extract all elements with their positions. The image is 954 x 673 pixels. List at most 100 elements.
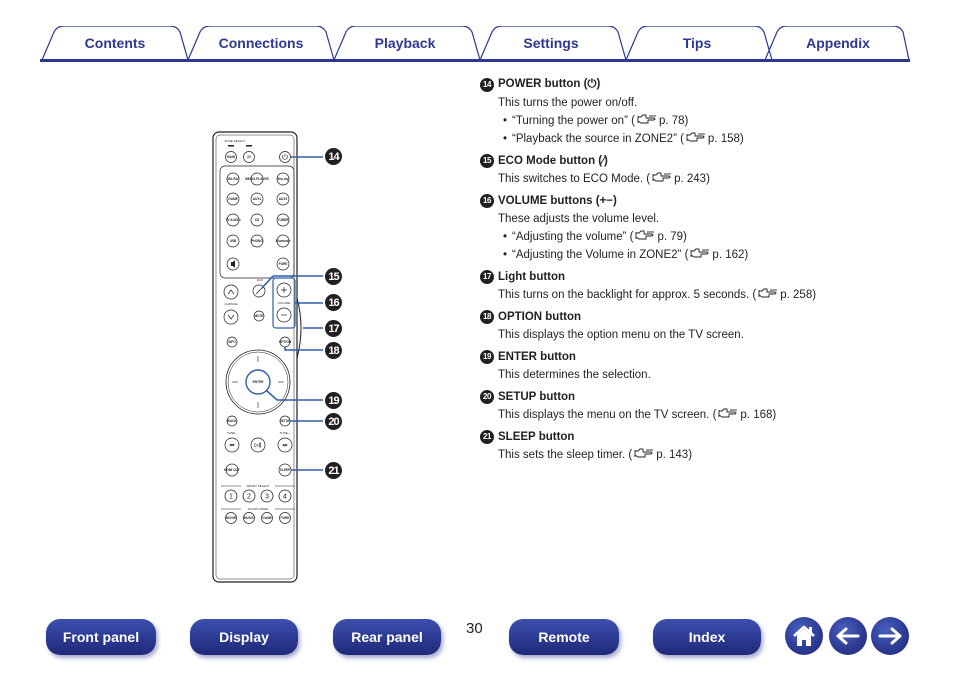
reference-hand-icon	[652, 172, 672, 183]
item-number: 19	[480, 349, 494, 364]
reference-hand-icon	[637, 114, 657, 125]
description-eco: 15 ECO Mode button (∕) This switches to …	[480, 151, 900, 188]
item-title: VOLUME buttons (+−)	[498, 194, 617, 207]
svg-text:GAME: GAME	[262, 516, 272, 520]
svg-text:MAIN: MAIN	[227, 155, 236, 159]
callout-14: 14	[325, 148, 342, 165]
svg-text:ECO: ECO	[257, 278, 264, 282]
item-title: ECO Mode button (∕)	[498, 154, 608, 167]
svg-text:3: 3	[265, 494, 269, 501]
svg-text:1: 1	[229, 494, 233, 501]
reference-hand-icon	[634, 448, 654, 459]
description-volume: 16 VOLUME buttons (+−) These adjusts the…	[480, 191, 900, 264]
svg-text:Z2: Z2	[247, 155, 251, 159]
tab-contents[interactable]: Contents	[48, 26, 182, 60]
description-light: 17 Light button This turns on the backli…	[480, 267, 900, 304]
reference-hand-icon	[686, 132, 706, 143]
zone-select-label: ZONE SELECT	[225, 139, 246, 143]
tab-tips[interactable]: Tips	[628, 26, 766, 60]
bullet-item[interactable]: “Adjusting the volume” (p. 79)	[480, 228, 900, 246]
item-text: This sets the sleep timer. (p. 143)	[498, 448, 693, 461]
item-text: This displays the menu on the TV screen.…	[498, 408, 777, 421]
back-arrow-icon	[836, 627, 860, 645]
item-number: 17	[480, 269, 494, 284]
page-number: 30	[466, 620, 483, 637]
description-setup: 20 SETUP button This displays the menu o…	[480, 387, 900, 424]
description-option: 18 OPTION button This displays the optio…	[480, 307, 900, 344]
svg-text:MUTE: MUTE	[254, 314, 263, 318]
svg-text:MUSIC: MUSIC	[244, 516, 255, 520]
svg-text:TUNE -: TUNE -	[227, 431, 237, 435]
item-number: 18	[480, 309, 494, 324]
reference-hand-icon	[758, 288, 778, 299]
item-text: This displays the option menu on the TV …	[498, 329, 744, 341]
light-button	[296, 297, 302, 359]
home-icon	[793, 625, 815, 646]
forward-button[interactable]	[871, 617, 909, 655]
tab-playback[interactable]: Playback	[336, 26, 474, 60]
svg-text:MEDIA PLAYER: MEDIA PLAYER	[245, 177, 269, 181]
description-sleep: 21 SLEEP button This sets the sleep time…	[480, 427, 900, 464]
page-link[interactable]: p. 243)	[674, 173, 710, 185]
svg-text:▷||: ▷||	[254, 443, 262, 449]
page-link[interactable]: p. 158)	[708, 133, 744, 145]
page-link[interactable]: p. 78)	[659, 115, 688, 127]
description-power: 14 POWER button (⏻) This turns the power…	[480, 75, 900, 148]
top-tab-bar: Contents Connections Playback Settings T…	[40, 26, 910, 62]
page-link[interactable]: p. 258)	[780, 289, 816, 301]
svg-text:ENTER: ENTER	[253, 380, 265, 384]
svg-text:2: 2	[247, 494, 251, 501]
rear-panel-button[interactable]: Rear panel	[333, 619, 441, 655]
forward-arrow-icon	[878, 627, 902, 645]
item-number: 15	[480, 153, 494, 168]
item-title: OPTION button	[498, 310, 582, 323]
remote-drawing: ZONE SELECT MAIN Z2 CBL/SAT MEDIA PLAYER…	[212, 131, 323, 583]
page-link[interactable]: p. 168)	[740, 409, 776, 421]
svg-text:VOLUME: VOLUME	[278, 301, 291, 305]
callout-20: 20	[325, 413, 342, 430]
svg-text:TV AUDIO: TV AUDIO	[225, 218, 241, 222]
svg-text:SLEEP: SLEEP	[280, 468, 291, 472]
tab-appendix[interactable]: Appendix	[768, 26, 908, 60]
bullet-item[interactable]: “Adjusting the Volume in ZONE2” (p. 162)	[480, 246, 900, 264]
front-panel-button[interactable]: Front panel	[46, 619, 156, 655]
bullet-item[interactable]: “Turning the power on” (p. 78)	[480, 112, 900, 130]
callout-21: 21	[325, 462, 342, 479]
svg-text:GAME: GAME	[228, 197, 238, 201]
svg-text:Bluetooth: Bluetooth	[276, 239, 291, 243]
svg-text:PURE: PURE	[281, 516, 290, 520]
tab-settings[interactable]: Settings	[482, 26, 620, 60]
display-button[interactable]: Display	[190, 619, 298, 655]
reference-hand-icon	[635, 230, 655, 241]
bullet-item[interactable]: “Playback the source in ZONE2” (p. 158)	[480, 130, 900, 148]
item-title: SLEEP button	[498, 430, 575, 443]
svg-text:SOUND MODE: SOUND MODE	[248, 507, 269, 511]
svg-text:CBL/SAT: CBL/SAT	[226, 177, 240, 181]
page-link[interactable]: p. 79)	[657, 231, 686, 243]
svg-text:CH/PAGE: CH/PAGE	[224, 302, 237, 306]
callout-19: 19	[325, 392, 342, 409]
svg-text:HDMI OUT: HDMI OUT	[224, 468, 240, 472]
back-button[interactable]	[829, 617, 867, 655]
item-number: 16	[480, 193, 494, 208]
svg-text:PHONO: PHONO	[251, 239, 263, 243]
svg-text:MOVIE: MOVIE	[226, 516, 236, 520]
index-button[interactable]: Index	[653, 619, 761, 655]
tab-connections[interactable]: Connections	[192, 26, 330, 60]
svg-text:PURE: PURE	[279, 262, 288, 266]
svg-text:CD: CD	[255, 218, 260, 222]
item-title: Light button	[498, 270, 566, 283]
svg-text:USB: USB	[230, 239, 237, 243]
svg-text:⏮: ⏮	[230, 443, 235, 449]
remote-button[interactable]: Remote	[509, 619, 619, 655]
svg-text:4: 4	[283, 494, 287, 501]
item-text: This turns the power on/off.	[498, 97, 638, 109]
home-button[interactable]	[785, 617, 823, 655]
page-link[interactable]: p. 162)	[712, 249, 748, 261]
svg-text:AUX2: AUX2	[279, 197, 288, 201]
svg-text:SETUP: SETUP	[280, 419, 292, 423]
remote-control-illustration: ZONE SELECT MAIN Z2 CBL/SAT MEDIA PLAYER…	[205, 128, 365, 588]
reference-hand-icon	[718, 408, 738, 419]
callout-18: 18	[325, 342, 342, 359]
page-link[interactable]: p. 143)	[656, 449, 692, 461]
